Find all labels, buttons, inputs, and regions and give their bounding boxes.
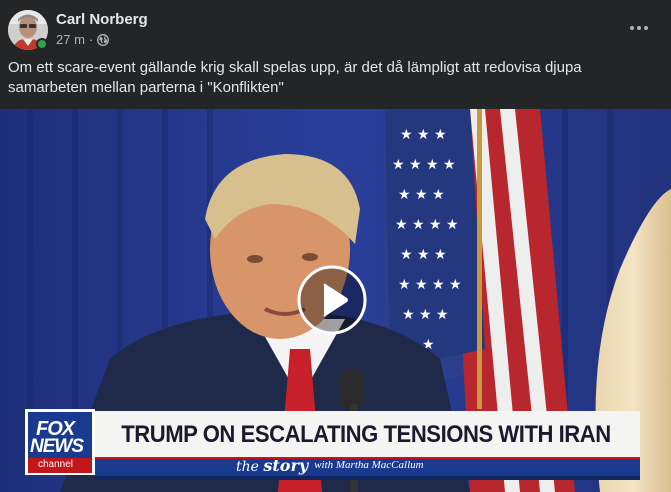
more-dot [630, 26, 634, 30]
post-timestamp[interactable]: 27 m [56, 32, 85, 47]
post-header: Carl Norberg 27 m · [0, 0, 671, 56]
more-dot [644, 26, 648, 30]
globe-icon[interactable] [97, 33, 110, 46]
online-status-indicator [36, 38, 48, 50]
post-text: Om ett scare-event gällande krig skall s… [8, 59, 582, 96]
more-dot [637, 26, 641, 30]
svg-text:★ ★ ★ ★: ★ ★ ★ ★ [395, 217, 459, 233]
video-show-strip: the story with Martha MacCallum [236, 456, 536, 475]
video-player[interactable]: ★ ★ ★ ★ ★ ★ ★ ★ ★ ★ ★ ★ ★ ★ ★ ★ ★ ★ ★ ★ … [0, 109, 671, 492]
svg-text:★ ★ ★ ★: ★ ★ ★ ★ [392, 157, 456, 173]
svg-text:★ ★ ★: ★ ★ ★ [400, 247, 447, 263]
svg-text:★ ★ ★: ★ ★ ★ [400, 127, 447, 143]
author-name[interactable]: Carl Norberg [56, 11, 148, 28]
fox-logo-line3: channel [38, 459, 74, 470]
more-options-button[interactable] [625, 18, 653, 38]
show-name-main: story [263, 455, 309, 475]
video-show-name: the story [236, 456, 308, 475]
post-meta: 27 m · [56, 32, 110, 47]
facebook-post: Carl Norberg 27 m · Om ett scare-event g… [0, 0, 671, 492]
video-chyron-title: TRUMP ON ESCALATING TENSIONS WITH IRAN [121, 421, 611, 448]
play-icon[interactable] [297, 265, 367, 335]
svg-text:★ ★ ★ ★: ★ ★ ★ ★ [398, 277, 462, 293]
show-name-prefix: the [236, 458, 259, 475]
svg-text:★ ★ ★: ★ ★ ★ [402, 307, 449, 323]
meta-separator: · [88, 32, 94, 47]
svg-text:★ ★ ★: ★ ★ ★ [398, 187, 445, 203]
video-show-host: with Martha MacCallum [314, 459, 424, 471]
fox-logo-line2: NEWS [30, 436, 84, 457]
